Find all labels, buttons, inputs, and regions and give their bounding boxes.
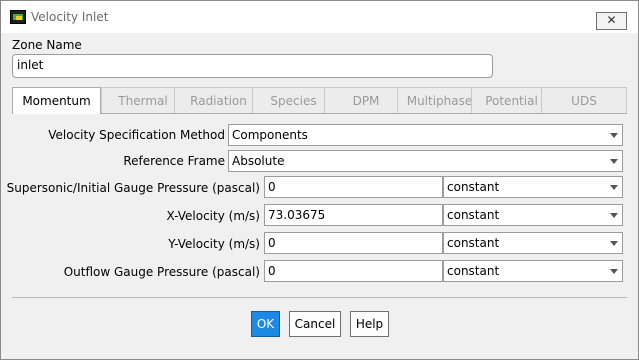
tab-potential[interactable]: Potential bbox=[471, 87, 552, 113]
help-button[interactable]: Help bbox=[350, 311, 389, 337]
close-button[interactable]: ✕ bbox=[596, 12, 627, 30]
outflow-pressure-method-dropdown[interactable]: constant bbox=[443, 260, 623, 282]
chevron-down-icon bbox=[610, 133, 618, 138]
y-velocity-label: Y-Velocity (m/s) bbox=[168, 237, 260, 251]
tab-thermal[interactable]: Thermal bbox=[101, 87, 185, 113]
close-icon: ✕ bbox=[606, 13, 617, 27]
velocity-spec-dropdown[interactable]: Components bbox=[228, 124, 623, 146]
outflow-pressure-method-value: constant bbox=[447, 264, 500, 278]
outflow-pressure-input[interactable]: 0 bbox=[264, 260, 443, 282]
x-velocity-label: X-Velocity (m/s) bbox=[166, 209, 261, 223]
tab-uds[interactable]: UDS bbox=[541, 87, 627, 113]
chevron-down-icon bbox=[610, 185, 618, 190]
y-velocity-method-dropdown[interactable]: constant bbox=[443, 232, 623, 254]
tab-multiphase[interactable]: Multiphase bbox=[397, 87, 482, 113]
velocity-spec-value: Components bbox=[232, 128, 308, 142]
chevron-down-icon bbox=[610, 213, 618, 218]
supersonic-pressure-input[interactable]: 0 bbox=[264, 176, 443, 198]
supersonic-pressure-method-dropdown[interactable]: constant bbox=[443, 176, 623, 198]
zone-name-label: Zone Name bbox=[12, 38, 82, 52]
chevron-down-icon bbox=[610, 269, 618, 274]
x-velocity-method-value: constant bbox=[447, 208, 500, 222]
divider bbox=[12, 297, 627, 298]
reference-frame-dropdown[interactable]: Absolute bbox=[228, 150, 623, 172]
y-velocity-input[interactable]: 0 bbox=[264, 232, 443, 254]
x-velocity-method-dropdown[interactable]: constant bbox=[443, 204, 623, 226]
outflow-pressure-label: Outflow Gauge Pressure (pascal) bbox=[63, 265, 260, 279]
x-velocity-input[interactable]: 73.03675 bbox=[264, 204, 443, 226]
fluent-app-icon bbox=[10, 10, 26, 24]
tab-species[interactable]: Species bbox=[252, 87, 335, 113]
velocity-spec-label: Velocity Specification Method bbox=[48, 128, 225, 142]
y-velocity-method-value: constant bbox=[447, 236, 500, 250]
reference-frame-value: Absolute bbox=[232, 154, 285, 168]
zone-name-input[interactable]: inlet bbox=[12, 54, 493, 78]
cancel-button[interactable]: Cancel bbox=[289, 311, 341, 337]
supersonic-pressure-label: Supersonic/Initial Gauge Pressure (pasca… bbox=[6, 181, 260, 195]
title-bar: Velocity Inlet ✕ bbox=[1, 1, 638, 33]
chevron-down-icon bbox=[610, 159, 618, 164]
tab-radiation[interactable]: Radiation bbox=[174, 87, 263, 113]
ok-button[interactable]: OK bbox=[251, 311, 280, 337]
velocity-inlet-dialog: Velocity Inlet ✕ Zone Name inlet Momentu… bbox=[0, 0, 639, 360]
tab-dpm[interactable]: DPM bbox=[324, 87, 408, 113]
reference-frame-label: Reference Frame bbox=[123, 154, 225, 168]
chevron-down-icon bbox=[610, 241, 618, 246]
window-title: Velocity Inlet bbox=[31, 10, 109, 24]
supersonic-pressure-method-value: constant bbox=[447, 180, 500, 194]
tab-momentum[interactable]: Momentum bbox=[12, 87, 101, 114]
